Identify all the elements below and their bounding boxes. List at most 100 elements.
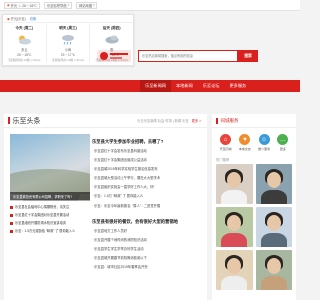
profile-body [221, 233, 248, 247]
more-icon: … [277, 134, 289, 145]
weather-day-title: 今天 (周二) [15, 26, 34, 30]
location-pin-icon: ◉ [7, 3, 10, 7]
rain-icon [62, 35, 74, 45]
profile-face [266, 172, 281, 188]
service-more[interactable]: … 更多 [277, 134, 289, 151]
news-item-text: 乐至县城2019年科学实验学生报名信息发布 [94, 167, 158, 172]
site-logo[interactable] [97, 48, 131, 65]
section-extra: 今日乐至新闻 社会 时事 | 新闻 乐至 更多 > [137, 118, 201, 123]
more-link[interactable]: 更多 > [192, 119, 201, 123]
bullet-icon: · [92, 194, 94, 199]
location-weather-button[interactable]: ◉ 开元 ☼ 26 ~ 18℃ [4, 1, 40, 9]
nav-item-home[interactable]: 乐至新闻网 [140, 80, 171, 92]
overcast-icon [105, 35, 119, 44]
city-service-header: 同城服务 [212, 114, 296, 128]
weather-temp: 23 ~ 17℃ [60, 53, 76, 57]
top-bar: ◉ 开元 ☼ 26 ~ 18℃ 乐至贴吧导航 ▾ 网站地图 ▾ [0, 0, 300, 11]
bullet-icon: · [92, 228, 94, 233]
profile-body [260, 190, 287, 204]
news-item[interactable]: ·乐至县红十字会集团出组成公益活动 [92, 156, 204, 165]
feature-caption[interactable]: 乐至县城投资有限公司招聘，求职来了吗? [10, 192, 90, 200]
profile-card[interactable] [216, 164, 253, 204]
cloudy-icon [19, 35, 32, 45]
news-item-text: 乐至县地方工作人员好 [94, 228, 128, 233]
news-item-text: 乐至县：城市社区2019年春季会开完 [94, 265, 148, 270]
nav-item-forum[interactable]: 乐至论坛 [198, 80, 225, 92]
search-button[interactable]: 搜索 [238, 50, 258, 62]
chevron-down-icon: ▾ [67, 3, 69, 7]
service-label: 婚介服务 [258, 147, 271, 151]
news-item-text: 乐至县红十字会集团出组成公益活动 [94, 158, 147, 163]
profile-face [266, 258, 281, 274]
site-map-label: 网站地图 [78, 3, 93, 8]
switch-city-link[interactable]: 切换 [30, 16, 36, 21]
heart-icon: ♥ [239, 134, 251, 145]
bullet-icon: · [92, 176, 94, 181]
bullet-icon [10, 205, 13, 209]
news-item[interactable]: ·乐至县学生学生学举办好学生活动 [92, 245, 204, 254]
news-item-text: 乐至：1.5万 “邮政” 了 属你能入么 [94, 194, 144, 199]
nav-item-more[interactable]: 更多服务 [224, 80, 251, 92]
profile-card[interactable] [255, 164, 292, 204]
headline-link[interactable]: 乐至县大学生参加毕业招聘，去哪了? [92, 136, 204, 147]
bullet-icon: · [92, 149, 94, 153]
service-label: 更多 [279, 147, 286, 151]
news-item-text: 乐至：乐至今年最新报名: “算人” : 二进党开展 [94, 203, 161, 208]
service-dating[interactable]: ♥ 本地交友 [239, 134, 251, 151]
service-matchmaking[interactable]: ☺ 婚介服务 [258, 134, 270, 151]
news-item[interactable]: ·乐至县城开展春节前特殊消费用以下 [92, 254, 204, 263]
profile-face [266, 215, 281, 231]
section-accent-bar [216, 117, 218, 124]
service-label: 本地交友 [238, 147, 251, 151]
profile-body [221, 190, 248, 204]
headlines-card: 乐至头条 今日乐至新闻 社会 时事 | 新闻 乐至 更多 > 乐至县城投资有限公… [4, 114, 207, 300]
chevron-down-icon: ▾ [93, 3, 95, 7]
news-item-text: 乐至县组织实验会一直学好工作人大，好! [94, 185, 155, 190]
profile-card[interactable] [255, 207, 292, 247]
search-input[interactable] [142, 54, 234, 58]
list-item[interactable]: 乐至县红十字会集团对乐至县开展活动 [10, 211, 90, 219]
profile-card[interactable] [216, 207, 253, 247]
list-item[interactable]: 乐至县社会福利中心捐赠物资，请关注 [10, 203, 90, 211]
headline-link[interactable]: 乐至县有很好的餐饮，会有很好大型的营销地 [92, 216, 204, 227]
profile-body [260, 233, 287, 247]
weather-day: 今天 (周二) 多云 26 ~ 18℃ 无持续风向 ≤3级 (<4m/s) [3, 23, 46, 62]
feature-image[interactable]: 乐至县城投资有限公司招聘，求职来了吗? [10, 134, 90, 201]
news-item[interactable]: ·乐至县城大型活动上午举行，展在大大型学术 [92, 174, 204, 183]
profile-card[interactable] [255, 250, 292, 290]
news-item-text: 乐至县开展个地时间的消防知识活动 [94, 237, 147, 242]
list-item[interactable]: 乐至县组织开展防溺水知识宣讲培训 [10, 219, 90, 227]
location-weather-label: 开元 ☼ 26 ~ 18℃ [10, 3, 37, 8]
bullet-icon [10, 213, 13, 217]
bullet-icon: · [92, 203, 94, 208]
service-icons: ⌂ 乐至同城 ♥ 本地交友 ☺ 婚介服务 … 更多 [212, 128, 296, 151]
news-item[interactable]: ·乐至县城2019年科学实验学生报名信息发布 [92, 165, 204, 174]
tieba-nav-button[interactable]: 乐至贴吧导航 ▾ [43, 1, 72, 9]
news-item[interactable]: ·乐至县地方工作人员好 [92, 227, 204, 236]
news-item[interactable]: ·乐至：乐至今年最新报名: “算人” : 二进党开展 [92, 202, 204, 211]
news-item[interactable]: ·乐至县红十字会发布乐至县科普活动 [92, 147, 204, 156]
bullet-icon: · [92, 265, 94, 270]
profile-card[interactable] [216, 250, 253, 290]
list-item[interactable]: 乐至：1.5万元奖励给 “邮政” 了 属你能入么 [10, 227, 90, 235]
bullet-icon: · [92, 167, 94, 172]
list-item-text: 乐至县组织开展防溺水知识宣讲培训 [15, 221, 66, 225]
list-item-text: 乐至县红十字会集团对乐至县开展活动 [15, 213, 70, 217]
site-map-button[interactable]: 网站地图 ▾ [75, 1, 98, 9]
news-column: 乐至县大学生参加毕业招聘，去哪了? ·乐至县红十字会发布乐至县科普活动 ·乐至县… [92, 136, 204, 272]
news-item[interactable]: ·乐至：1.5万 “邮政” 了 属你能入么 [92, 192, 204, 201]
news-item-text: 乐至县学生学生学举办好学生活动 [94, 246, 144, 251]
weather-wind: 无持续风向 ≤3级 (<4m/s) [51, 58, 85, 62]
profile-face [227, 258, 242, 274]
nav-item-local-news[interactable]: 本地新闻 [171, 80, 198, 92]
news-item[interactable]: ·乐至县：城市社区2019年春季会开完 [92, 263, 204, 272]
city-service-title: 同城服务 [220, 117, 239, 123]
city-service-card: 同城服务 ⌂ 乐至同城 ♥ 本地交友 ☺ 婚介服务 … 更多 热门推荐 [212, 114, 296, 300]
weather-wind: 无持续风向 ≤3级 (<4m/s) [8, 58, 41, 62]
news-item[interactable]: ·乐至县开展个地时间的消防知识活动 [92, 236, 204, 245]
service-local[interactable]: ⌂ 乐至同城 [220, 134, 232, 151]
bullet-icon: · [92, 255, 94, 260]
people-icon: ☺ [258, 134, 270, 145]
news-item[interactable]: ·乐至县组织实验会一直学好工作人大，好! [92, 183, 204, 192]
profile-body [260, 276, 287, 290]
